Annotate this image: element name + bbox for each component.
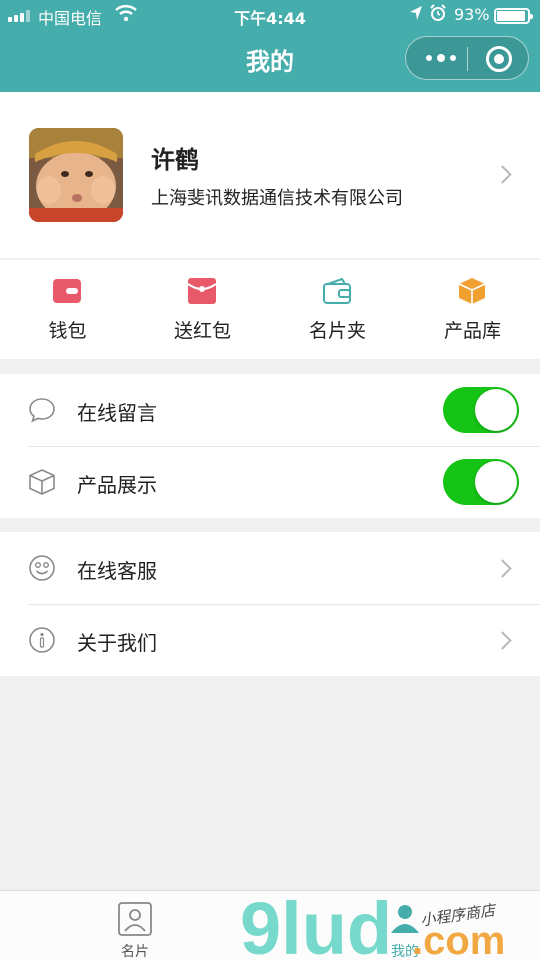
menu-row-customer-service[interactable]: 在线客服 <box>0 532 540 604</box>
profile-company: 上海斐讯数据通信技术有限公司 <box>151 188 403 209</box>
location-icon <box>410 6 422 20</box>
toggle-label: 产品展示 <box>77 473 157 497</box>
battery-icon <box>494 8 533 24</box>
shortcut-grid: 钱包 送红包 名片夹 产品库 <box>0 259 540 359</box>
person-icon <box>391 905 419 933</box>
shortcut-label: 送红包 <box>173 320 231 342</box>
shortcut-label: 产品库 <box>443 320 501 342</box>
header-bar: 中国电信 下午4:44 93% 我的 <box>0 0 540 92</box>
chevron-right-icon <box>493 559 512 578</box>
toggle-row-product-display: 产品展示 <box>0 446 540 518</box>
miniprogram-capsule <box>405 36 529 80</box>
menu-group: 在线客服 关于我们 <box>0 532 540 676</box>
tab-bar: 名片 我的 <box>0 890 540 960</box>
menu-label: 在线客服 <box>77 559 157 583</box>
chevron-right-icon <box>493 165 512 184</box>
tab-label: 我的 <box>391 944 419 960</box>
toggle-row-online-message: 在线留言 <box>0 374 540 446</box>
smiley-icon <box>29 555 55 581</box>
capsule-divider <box>467 47 468 71</box>
tab-card[interactable]: 名片 <box>0 891 270 960</box>
shortcut-label: 名片夹 <box>308 320 366 342</box>
more-dots-icon[interactable] <box>424 51 458 65</box>
close-target-icon[interactable] <box>486 46 512 72</box>
product-display-toggle[interactable] <box>443 459 519 505</box>
product-box-icon <box>458 278 486 304</box>
settings-toggle-group: 在线留言 产品展示 <box>0 374 540 518</box>
alarm-icon <box>430 4 446 21</box>
shortcut-red-envelope[interactable]: 送红包 <box>135 260 270 360</box>
shortcut-product-library[interactable]: 产品库 <box>405 260 540 360</box>
shortcut-wallet[interactable]: 钱包 <box>0 260 135 360</box>
battery-percent: 93% <box>454 5 490 24</box>
toggle-knob <box>475 461 517 503</box>
status-bar: 中国电信 下午4:44 93% <box>0 0 540 30</box>
info-icon <box>29 627 55 653</box>
chevron-right-icon <box>493 631 512 650</box>
wallet-icon <box>53 279 81 303</box>
shortcut-label: 钱包 <box>48 320 87 342</box>
toggle-knob <box>475 389 517 431</box>
profile-card[interactable]: 许鹤 上海斐讯数据通信技术有限公司 <box>0 92 540 258</box>
red-envelope-icon <box>187 278 217 304</box>
box-icon <box>29 469 55 495</box>
toggle-label: 在线留言 <box>77 401 157 425</box>
menu-row-about-us[interactable]: 关于我们 <box>0 604 540 676</box>
tab-label: 名片 <box>121 944 149 960</box>
online-message-toggle[interactable] <box>443 387 519 433</box>
avatar <box>29 128 123 222</box>
shortcut-card-holder[interactable]: 名片夹 <box>270 260 405 360</box>
card-holder-icon <box>323 277 351 304</box>
profile-name: 许鹤 <box>151 146 199 174</box>
card-person-icon <box>118 902 152 936</box>
tab-mine[interactable]: 我的 <box>270 891 540 960</box>
chat-bubble-icon <box>29 398 55 423</box>
menu-label: 关于我们 <box>77 631 157 655</box>
